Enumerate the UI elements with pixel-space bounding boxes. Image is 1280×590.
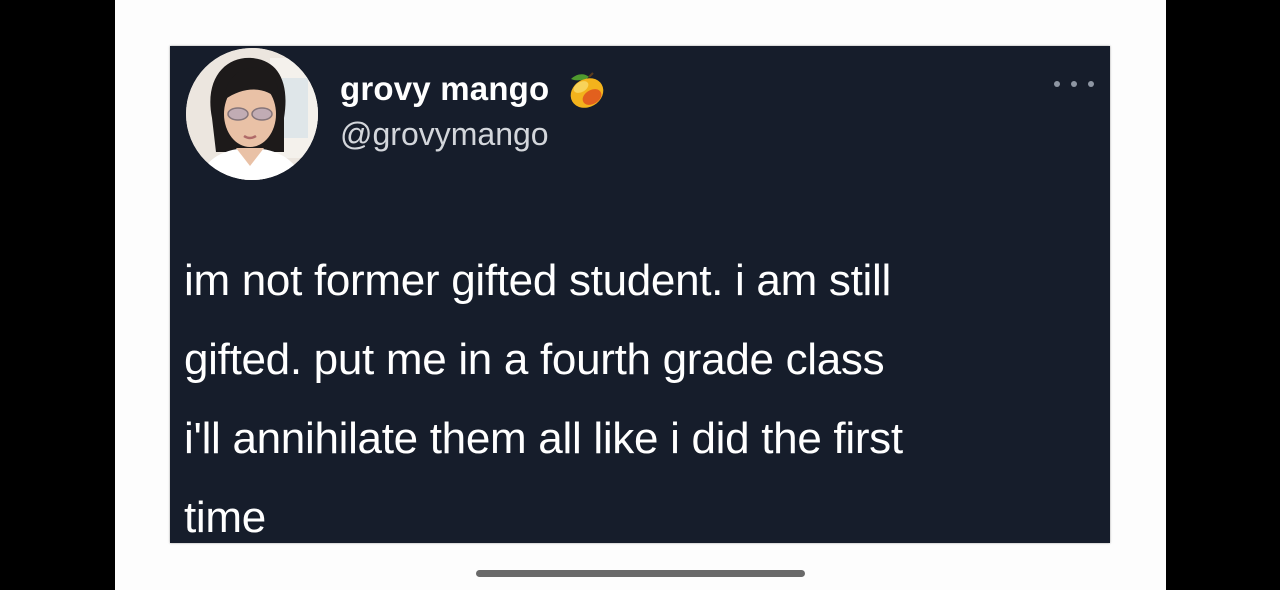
dot — [1071, 81, 1077, 87]
display-name-row[interactable]: grovy mango — [340, 68, 607, 110]
tweet-text-line: time — [184, 493, 266, 542]
display-name[interactable]: grovy mango — [340, 70, 549, 108]
home-indicator[interactable] — [476, 570, 805, 577]
more-options-icon[interactable] — [1054, 72, 1094, 96]
dot — [1088, 81, 1094, 87]
tweet-text-line: im not former gifted student. i am still — [184, 256, 891, 305]
avatar[interactable] — [186, 48, 318, 180]
tweet-card[interactable]: grovy mango @grovymango im not former gi… — [170, 46, 1110, 543]
mango-emoji-icon — [571, 72, 604, 108]
tweet-text-line: i'll annihilate them all like i did the … — [184, 414, 903, 463]
avatar-photo — [186, 48, 318, 180]
tweet-text: im not former gifted student. i am still… — [184, 241, 1084, 557]
screen-frame: grovy mango @grovymango im not former gi… — [0, 0, 1280, 590]
user-handle[interactable]: @grovymango — [340, 116, 549, 153]
tweet-text-line: gifted. put me in a fourth grade class — [184, 335, 885, 384]
dot — [1054, 81, 1060, 87]
